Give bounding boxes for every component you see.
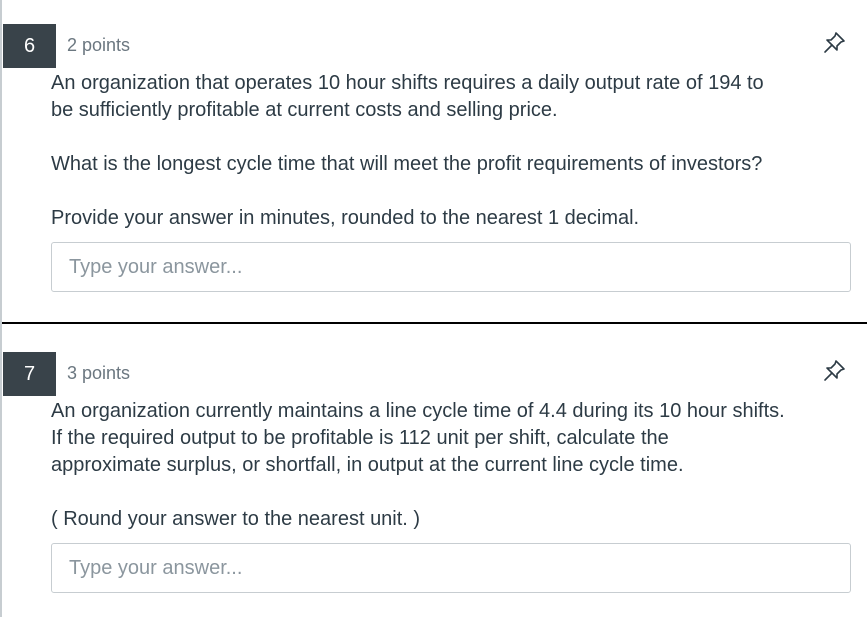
question-text-line: be sufficiently profitable at current co… [51,99,558,121]
question-points: 3 points [67,363,131,383]
question-text-line: Provide your answer in minutes, rounded … [51,207,640,229]
question-points: 2 points [67,35,131,55]
question-text-line: ( Round your answer to the nearest unit.… [51,508,421,530]
question-number: 6 [3,24,56,68]
question-text-line: approximate surplus, or shortfall, in ou… [51,454,684,476]
pin-icon[interactable] [821,30,847,56]
question-text-line: An organization currently maintains a li… [51,400,785,422]
question-text-line: An organization that operates 10 hour sh… [51,72,764,94]
pin-icon[interactable] [821,358,847,384]
question-7: 7 3 points An organization currently mai… [2,324,867,617]
answer-input[interactable] [51,242,851,292]
question-6: 6 2 points An organization that operates… [2,0,867,322]
question-text-line: What is the longest cycle time that will… [51,153,763,175]
question-number: 7 [3,352,56,396]
question-text-line: If the required output to be profitable … [51,427,669,449]
answer-input[interactable] [51,543,851,593]
